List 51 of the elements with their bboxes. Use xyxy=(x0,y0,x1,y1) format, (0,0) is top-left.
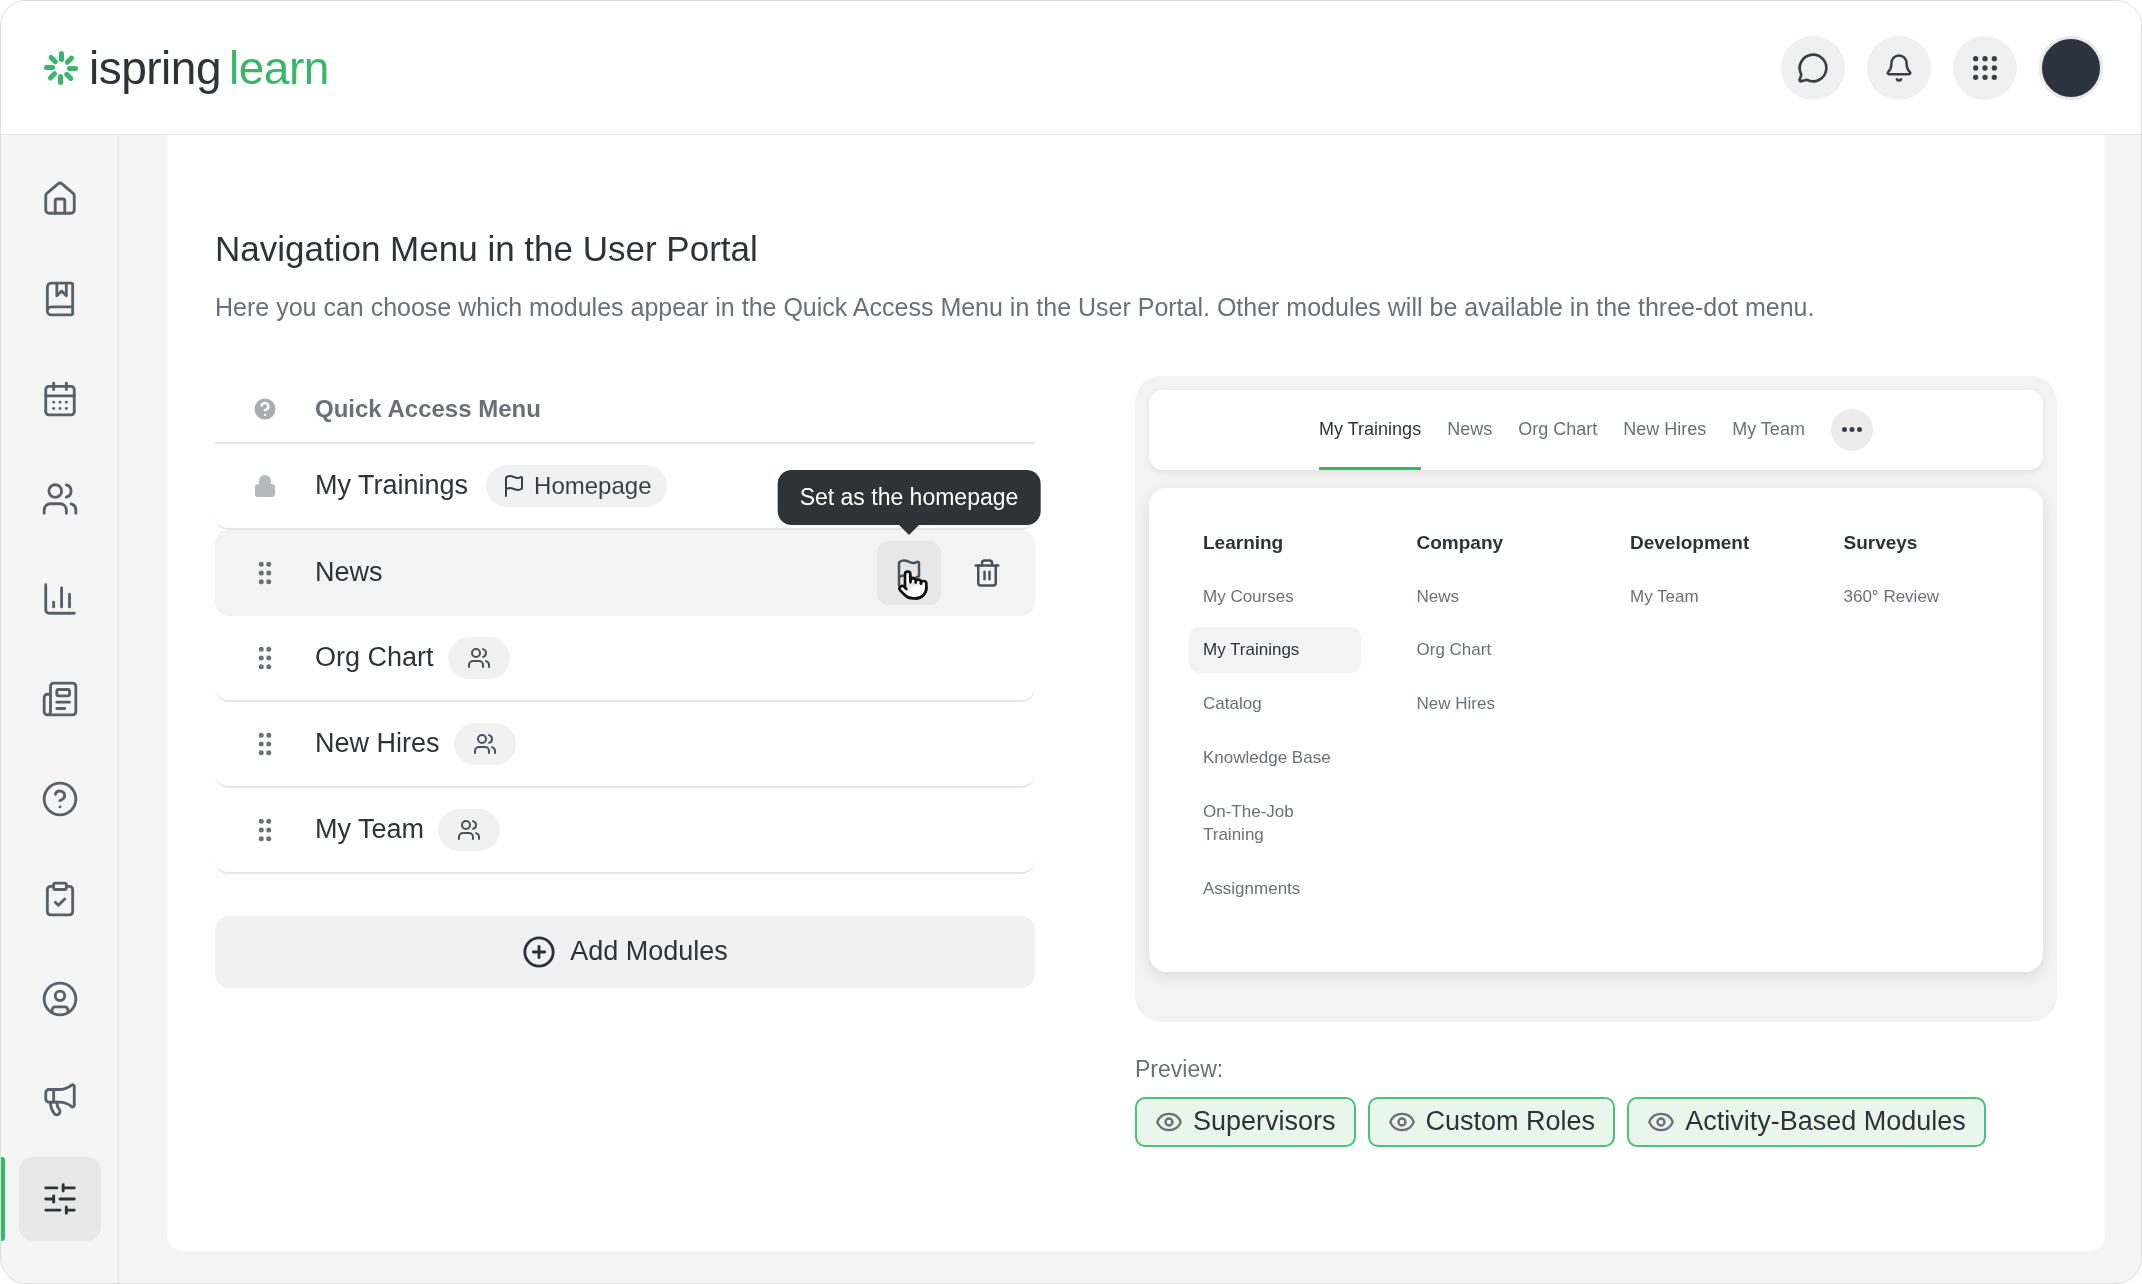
users-icon xyxy=(40,480,79,518)
preview-tab[interactable]: My Team xyxy=(1732,389,1805,470)
page-description: Here you can choose which modules appear in the Quick Access Menu in the User Portal. Other modules will be available in the three-dot menu. xyxy=(215,292,1816,323)
preview-tab[interactable]: Org Chart xyxy=(1518,389,1598,470)
logo[interactable]: ispring learn xyxy=(41,40,329,95)
preview-role-button[interactable]: Custom Roles xyxy=(1367,1096,1616,1147)
module-name: Org Chart xyxy=(315,642,434,673)
menu-item[interactable]: Knowledge Base xyxy=(1189,734,1361,781)
preview-label: Preview: xyxy=(1135,1055,1225,1083)
tooltip-pointer-icon xyxy=(899,524,919,535)
menu-item[interactable]: News xyxy=(1402,573,1575,620)
bell-icon xyxy=(1884,52,1914,83)
menu-heading: Development xyxy=(1629,531,1751,554)
menu-heading: Company xyxy=(1415,531,1505,554)
add-modules-button[interactable]: Add Modules xyxy=(215,915,1035,988)
section-heading: Quick Access Menu xyxy=(315,394,541,423)
users-icon xyxy=(472,731,497,756)
module-name: New Hires xyxy=(315,728,440,759)
menu-item[interactable]: 360° Review xyxy=(1829,573,2002,620)
menu-item[interactable]: New Hires xyxy=(1402,681,1575,727)
chat-icon xyxy=(1797,51,1829,84)
menu-item[interactable]: Catalog xyxy=(1189,681,1361,727)
menu-heading: Surveys xyxy=(1842,531,1919,554)
plus-circle-icon xyxy=(522,934,557,969)
menu-heading: Learning xyxy=(1202,531,1285,554)
menu-item[interactable]: On-The-Job Training xyxy=(1189,788,1361,859)
tooltip: Set as the homepage xyxy=(777,469,1041,525)
more-icon xyxy=(1841,427,1862,432)
lock-icon xyxy=(253,473,277,498)
menu-item[interactable]: My Team xyxy=(1616,573,1788,620)
preview-role-button[interactable]: Supervisors xyxy=(1135,1096,1356,1147)
menu-item[interactable]: My Trainings xyxy=(1189,627,1361,674)
homepage-badge: Homepage xyxy=(486,464,668,507)
user-circle-icon xyxy=(40,980,79,1018)
menu-item[interactable]: Org Chart xyxy=(1402,627,1575,674)
users-icon xyxy=(457,817,482,842)
preview-role-button[interactable]: Activity-Based Modules xyxy=(1627,1096,1986,1147)
users-icon xyxy=(466,645,491,670)
preview-tab[interactable]: News xyxy=(1447,389,1493,470)
newspaper-icon xyxy=(40,680,79,718)
module-name: News xyxy=(315,557,383,588)
preview-tab[interactable]: My Trainings xyxy=(1319,389,1422,470)
hand-cursor-icon xyxy=(897,568,929,601)
preview-tab[interactable]: New Hires xyxy=(1623,389,1707,470)
menu-item[interactable]: My Courses xyxy=(1189,573,1361,620)
module-name: My Team xyxy=(315,814,425,845)
module-name: My Trainings xyxy=(315,470,469,501)
menu-item[interactable]: Assignments xyxy=(1189,866,1361,913)
trash-icon xyxy=(972,557,1002,588)
page-title: Navigation Menu in the User Portal xyxy=(215,229,759,269)
help-icon xyxy=(40,780,79,818)
